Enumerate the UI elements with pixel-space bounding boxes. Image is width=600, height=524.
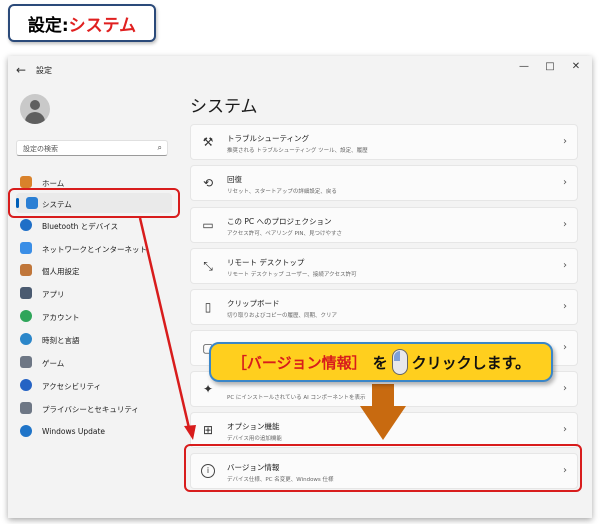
brown-arrow-shaft	[372, 384, 394, 408]
annotation-arrows	[138, 217, 406, 440]
callout-action: クリックします。	[411, 353, 531, 372]
instruction-callout: ［ バージョン情報 ］ を クリックします。	[209, 342, 553, 382]
brown-arrow-head	[360, 406, 406, 440]
red-arrow-head	[184, 425, 196, 440]
callout-target: バージョン情報	[246, 353, 352, 372]
callout-particle: を	[372, 353, 388, 372]
callout-bracket-open: ［	[231, 353, 247, 372]
callout-bracket-close: ］	[351, 353, 367, 372]
red-arrow-line	[138, 217, 191, 429]
mouse-icon	[391, 349, 408, 375]
